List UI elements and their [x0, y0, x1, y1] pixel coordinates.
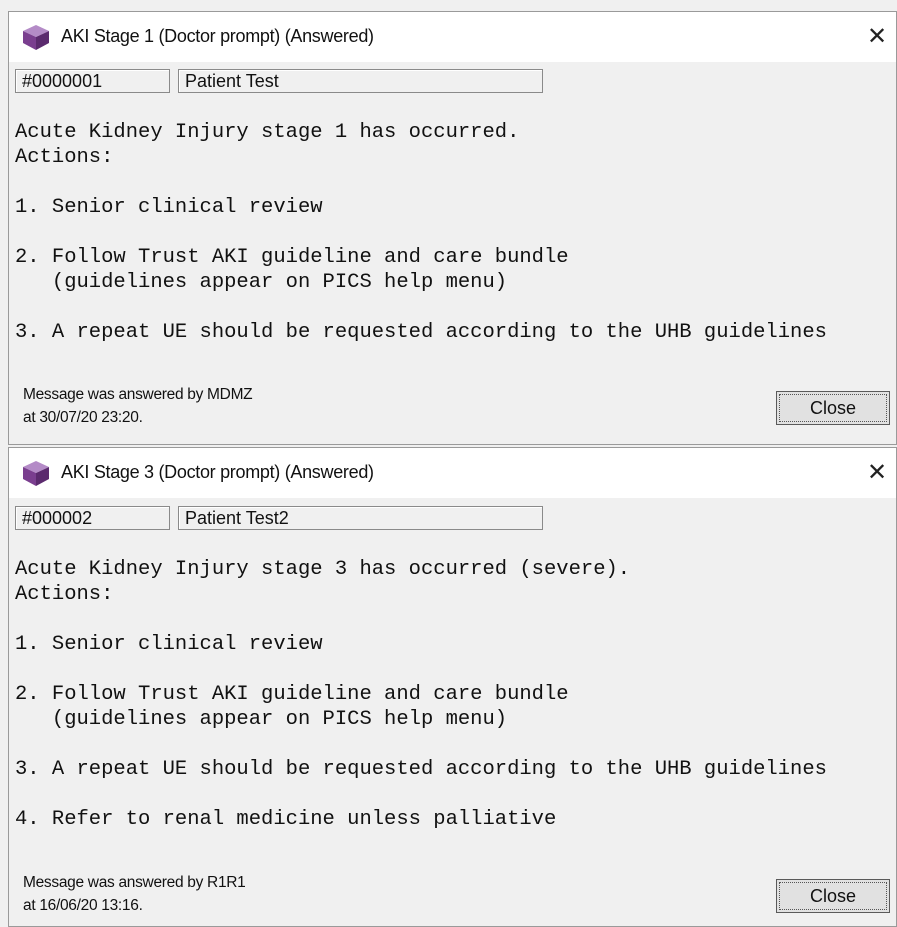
message-body: Acute Kidney Injury stage 1 has occurred… — [15, 120, 896, 345]
answered-by-text: Message was answered by R1R1 — [23, 874, 246, 891]
message-line: 1. Senior clinical review — [15, 633, 323, 656]
patient-id-field: #000002 — [15, 506, 170, 530]
message-line: (guidelines appear on PICS help menu) — [15, 271, 508, 294]
patient-name-field: Patient Test2 — [178, 506, 543, 530]
window-title: AKI Stage 1 (Doctor prompt) (Answered) — [61, 26, 374, 46]
aki-stage3-dialog: AKI Stage 3 (Doctor prompt) (Answered) ✕… — [8, 447, 897, 927]
message-line: (guidelines appear on PICS help menu) — [15, 708, 508, 731]
close-x-icon[interactable]: ✕ — [860, 20, 894, 54]
message-line: 3. A repeat UE should be requested accor… — [15, 321, 827, 344]
message-line: 2. Follow Trust AKI guideline and care b… — [15, 246, 569, 269]
answered-timestamp: at 16/06/20 13:16. — [23, 897, 143, 914]
message-line: Actions: — [15, 583, 114, 606]
message-line: Acute Kidney Injury stage 1 has occurred… — [15, 121, 520, 144]
close-button[interactable]: Close — [776, 879, 890, 913]
message-line: 1. Senior clinical review — [15, 196, 323, 219]
message-line: Acute Kidney Injury stage 3 has occurred… — [15, 558, 631, 581]
aki-stage1-dialog: AKI Stage 1 (Doctor prompt) (Answered) ✕… — [8, 11, 897, 445]
message-line: 2. Follow Trust AKI guideline and care b… — [15, 683, 569, 706]
message-line: Actions: — [15, 146, 114, 169]
answered-by-text: Message was answered by MDMZ — [23, 386, 253, 403]
close-button[interactable]: Close — [776, 391, 890, 425]
window-title: AKI Stage 3 (Doctor prompt) (Answered) — [61, 462, 374, 482]
close-x-icon[interactable]: ✕ — [860, 456, 894, 490]
purple-cube-icon — [23, 461, 49, 486]
message-line: 4. Refer to renal medicine unless pallia… — [15, 808, 557, 831]
message-line: 3. A repeat UE should be requested accor… — [15, 758, 827, 781]
title-bar: AKI Stage 1 (Doctor prompt) (Answered) ✕ — [9, 12, 896, 62]
answered-timestamp: at 30/07/20 23:20. — [23, 409, 143, 426]
message-body: Acute Kidney Injury stage 3 has occurred… — [15, 557, 896, 832]
title-bar: AKI Stage 3 (Doctor prompt) (Answered) ✕ — [9, 448, 896, 498]
purple-cube-icon — [23, 25, 49, 50]
patient-name-field: Patient Test — [178, 69, 543, 93]
patient-id-field: #0000001 — [15, 69, 170, 93]
